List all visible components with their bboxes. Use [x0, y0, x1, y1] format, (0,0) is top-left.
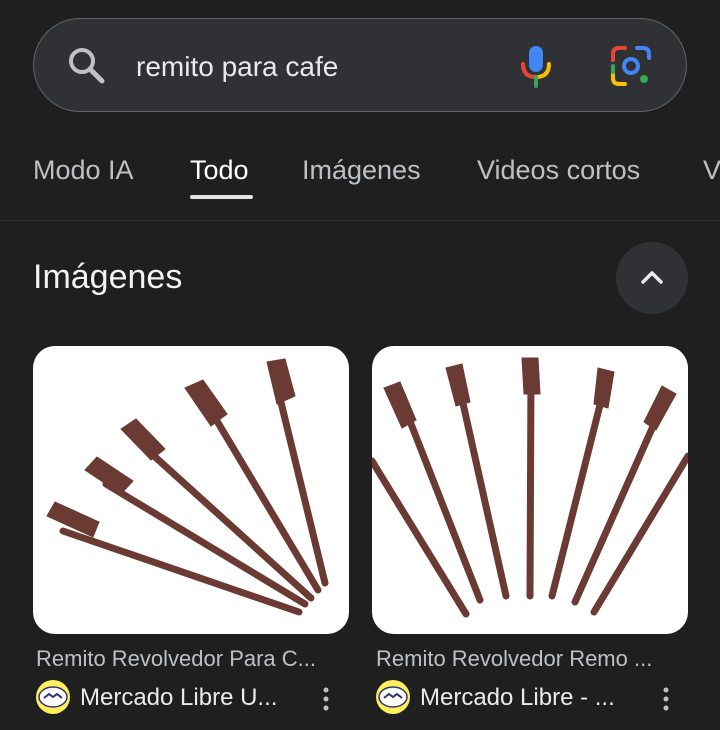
image-result-1-caption[interactable]: Remito Revolvedor Para C... — [36, 645, 316, 673]
divider — [0, 220, 720, 221]
collapse-button[interactable] — [616, 242, 688, 314]
coffee-stirrers-image — [46, 358, 329, 616]
mercado-libre-icon — [376, 680, 410, 714]
search-tabs: Modo IA Todo Imágenes Videos cortos V — [0, 140, 720, 220]
tab-modo-ia[interactable]: Modo IA — [33, 152, 134, 188]
active-tab-indicator — [190, 195, 253, 199]
image-result-2-caption[interactable]: Remito Revolvedor Remo ... — [376, 645, 652, 673]
more-options-icon[interactable] — [660, 686, 672, 712]
tab-videos-cortos[interactable]: Videos cortos — [477, 152, 640, 188]
google-lens-icon[interactable] — [609, 44, 653, 88]
image-result-1[interactable] — [33, 346, 349, 634]
images-section-title: Imágenes — [33, 258, 183, 296]
search-icon[interactable] — [66, 45, 108, 87]
search-bar[interactable] — [33, 18, 687, 112]
image-result-2[interactable] — [372, 346, 688, 634]
mic-icon[interactable] — [518, 44, 554, 90]
tab-imagenes[interactable]: Imágenes — [302, 152, 421, 188]
mercado-libre-icon — [36, 680, 70, 714]
more-options-icon[interactable] — [320, 686, 332, 712]
chevron-up-icon — [641, 271, 663, 284]
coffee-stirrers-image — [372, 357, 688, 618]
search-input[interactable]: remito para cafe — [136, 48, 338, 86]
tab-more[interactable]: V — [703, 152, 720, 188]
tab-todo[interactable]: Todo — [190, 152, 249, 188]
